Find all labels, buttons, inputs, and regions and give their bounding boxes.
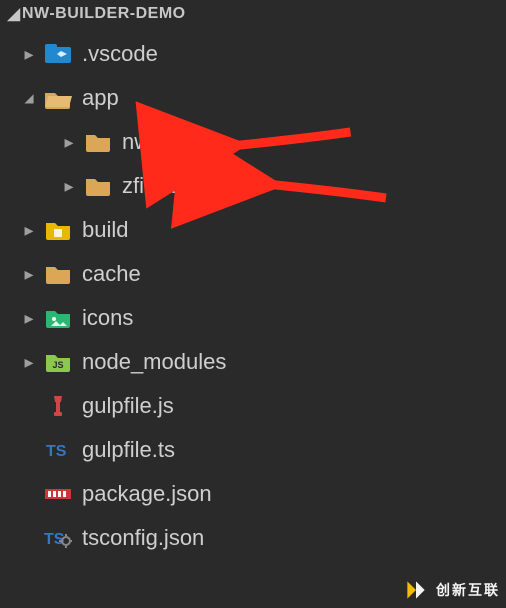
folder-node-icon: JS	[44, 348, 72, 376]
tree-row-icons[interactable]: icons	[0, 296, 506, 340]
chevron-closed-icon[interactable]	[20, 264, 38, 285]
watermark-logo-icon	[402, 576, 430, 604]
chevron-closed-icon[interactable]	[20, 44, 38, 65]
tree-label: node_modules	[82, 349, 226, 375]
tree-label: tsconfig.json	[82, 525, 204, 551]
folder-open-icon	[44, 84, 72, 112]
chevron-open-icon[interactable]	[20, 88, 38, 109]
file-npm-icon	[44, 480, 72, 508]
watermark: 创新互联	[402, 576, 500, 604]
chevron-closed-icon[interactable]	[60, 176, 78, 197]
tree-row-nw-demo[interactable]: nw-demo	[0, 120, 506, 164]
folder-icon	[84, 172, 112, 200]
file-gulp-icon	[44, 392, 72, 420]
tree-label: cache	[82, 261, 141, 287]
tree-label: gulpfile.ts	[82, 437, 175, 463]
tree-label: build	[82, 217, 128, 243]
tree-row-app[interactable]: app	[0, 76, 506, 120]
svg-text:TS: TS	[46, 443, 67, 460]
chevron-closed-icon[interactable]	[60, 132, 78, 153]
tree-label: nw-demo	[122, 129, 212, 155]
tree-row-vscode[interactable]: .vscode	[0, 32, 506, 76]
svg-text:JS: JS	[52, 360, 63, 370]
tree-label: zfile-explorer	[122, 173, 248, 199]
folder-icon	[44, 260, 72, 288]
tree-row-gulpfilejs[interactable]: gulpfile.js	[0, 384, 506, 428]
chevron-closed-icon[interactable]	[20, 352, 38, 373]
tree-row-node_modules[interactable]: JS node_modules	[0, 340, 506, 384]
chevron-closed-icon[interactable]	[20, 220, 38, 241]
watermark-text: 创新互联	[436, 580, 500, 600]
file-ts-icon: TS	[44, 436, 72, 464]
chevron-closed-icon[interactable]	[20, 308, 38, 329]
tree-row-gulpfilets[interactable]: TS gulpfile.ts	[0, 428, 506, 472]
tree-label: app	[82, 85, 119, 111]
tree-row-packagejson[interactable]: package.json	[0, 472, 506, 516]
tree-label: gulpfile.js	[82, 393, 174, 419]
tree-label: package.json	[82, 481, 212, 507]
tree-label: .vscode	[82, 41, 158, 67]
explorer-header[interactable]: ◢ NW-BUILDER-DEMO	[0, 0, 506, 30]
folder-vscode-icon	[44, 40, 72, 68]
file-tsconfig-icon: TS	[44, 524, 72, 552]
project-title: NW-BUILDER-DEMO	[22, 5, 186, 23]
folder-images-icon	[44, 304, 72, 332]
tree-label: icons	[82, 305, 133, 331]
file-tree: .vscode appnw-demo zfile-explorer build cach…	[0, 30, 506, 560]
folder-build-icon	[44, 216, 72, 244]
tree-row-build[interactable]: build	[0, 208, 506, 252]
chevron-down-icon: ◢	[6, 4, 22, 24]
folder-icon	[84, 128, 112, 156]
tree-row-zfile[interactable]: zfile-explorer	[0, 164, 506, 208]
tree-row-tsconfig[interactable]: TS tsconfig.json	[0, 516, 506, 560]
tree-row-cache[interactable]: cache	[0, 252, 506, 296]
